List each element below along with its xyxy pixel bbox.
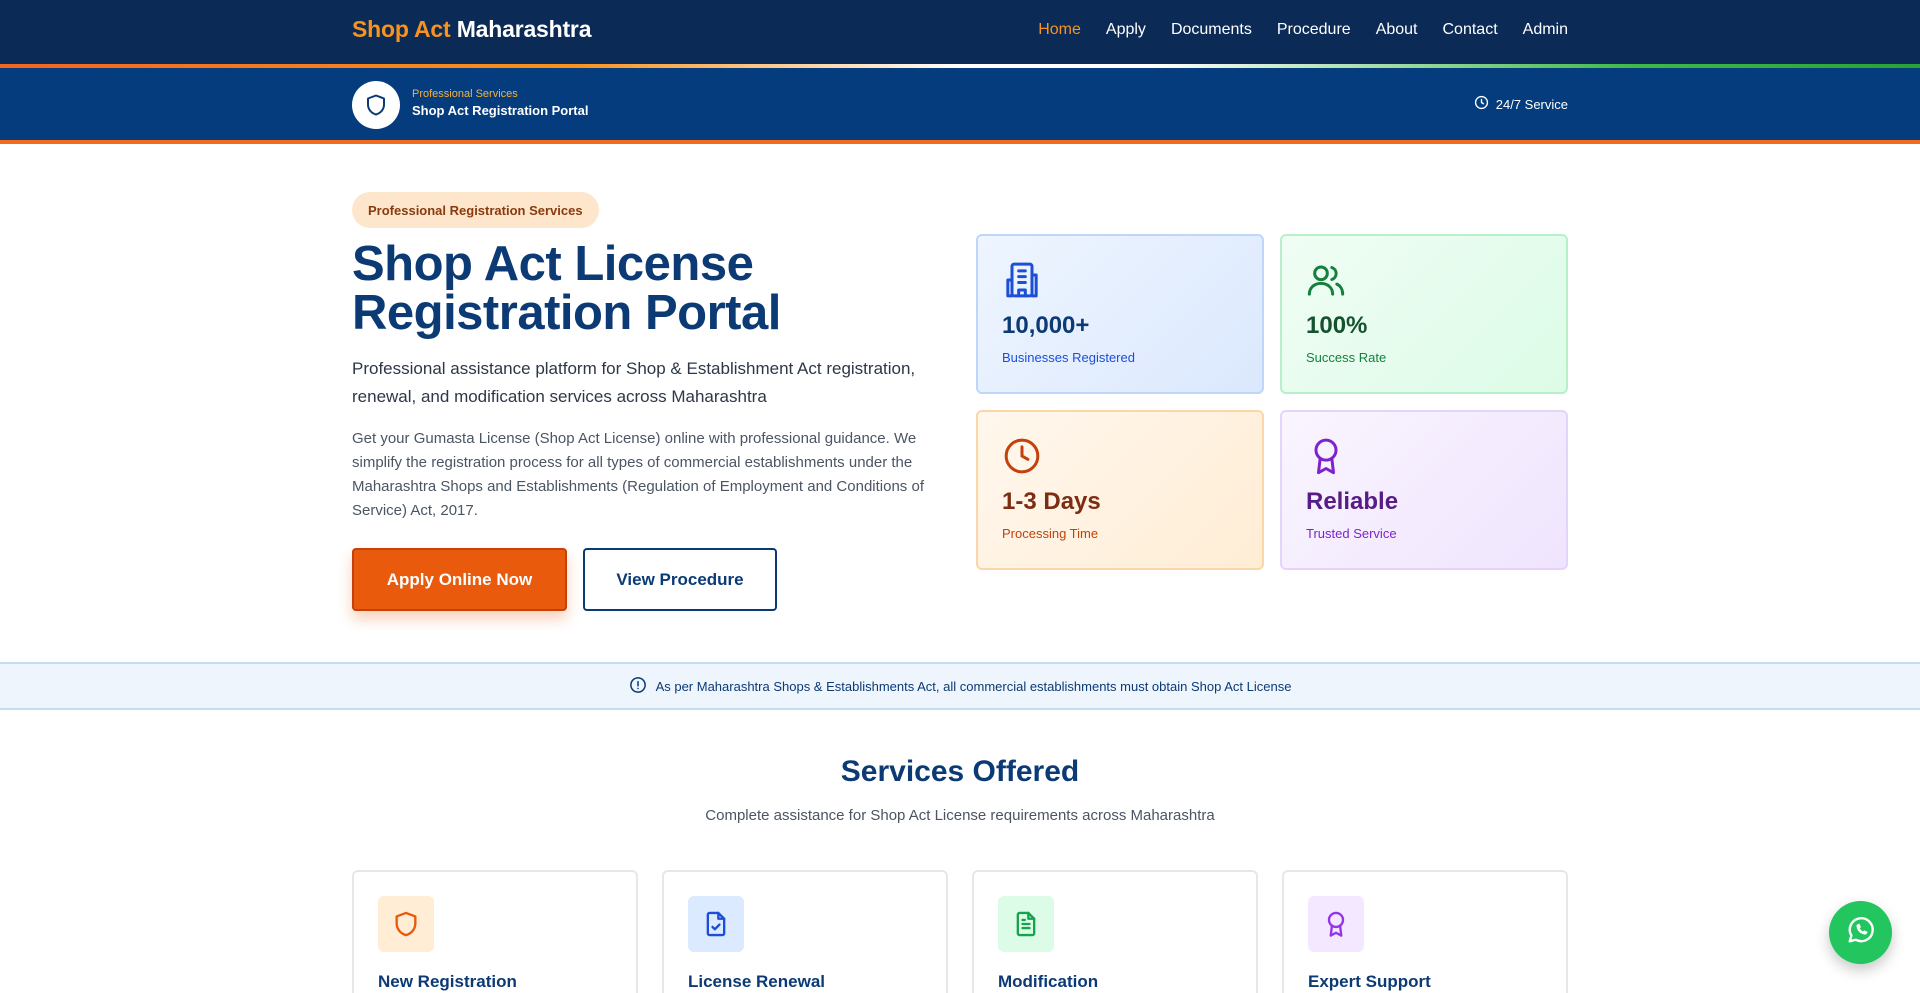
stat-card-processing-time: 1-3 Days Processing Time (976, 410, 1264, 570)
nav-link-about[interactable]: About (1376, 21, 1418, 39)
stat-value: 10,000+ (1002, 312, 1090, 339)
hero-lead: Professional assistance platform for Sho… (352, 359, 916, 406)
nav-link-contact[interactable]: Contact (1443, 21, 1498, 39)
service-hours-label: 24/7 Service (1495, 96, 1568, 112)
whatsapp-button[interactable] (1829, 901, 1892, 964)
brand-logo[interactable]: Shop Act Maharashtra (352, 16, 591, 43)
service-name: License Renewal (688, 972, 826, 991)
nav-link-documents[interactable]: Documents (1171, 21, 1252, 39)
services-title: Services Offered (840, 755, 1080, 788)
view-procedure-button[interactable]: View Procedure (583, 548, 777, 611)
top-navbar: Shop Act Maharashtra Home Apply Document… (0, 0, 1920, 64)
service-name: Modification (998, 972, 1099, 991)
shield-icon (378, 896, 434, 952)
stat-value: 100% (1306, 312, 1368, 339)
stat-card-success-rate: 100% Success Rate (1280, 234, 1568, 394)
service-card-modification[interactable]: Modification (972, 870, 1258, 993)
subheader-title: Shop Act Registration Portal (412, 103, 589, 118)
alert-circle-icon (629, 676, 647, 697)
stat-card-businesses: 10,000+ Businesses Registered (976, 234, 1264, 394)
service-hours: 24/7 Service (1474, 95, 1568, 113)
main-nav: Home Apply Documents Procedure About Con… (1038, 21, 1568, 39)
brand-shop-act: Shop Act (352, 16, 451, 42)
service-card-new-registration[interactable]: New Registration (352, 870, 638, 993)
stat-value: Reliable (1306, 488, 1399, 515)
clock-icon (1474, 95, 1489, 113)
stat-label: Processing Time (1002, 526, 1099, 541)
nav-link-home[interactable]: Home (1038, 21, 1081, 39)
file-text-icon (998, 896, 1054, 952)
notice-bar: As per Maharashtra Shops & Establishment… (0, 662, 1920, 710)
apply-online-button[interactable]: Apply Online Now (352, 548, 567, 611)
hero-pill-badge: Professional Registration Services (352, 192, 599, 228)
stat-label: Success Rate (1306, 350, 1387, 365)
orange-divider (0, 140, 1920, 144)
whatsapp-icon (1845, 914, 1877, 951)
services-subtitle: Complete assistance for Shop Act License… (705, 807, 1215, 824)
stat-label: Businesses Registered (1002, 350, 1135, 365)
stat-label: Trusted Service (1306, 526, 1397, 541)
hero-description: Get your Gumasta License (Shop Act Licen… (352, 430, 924, 519)
users-icon (1306, 260, 1346, 305)
nav-link-apply[interactable]: Apply (1106, 21, 1146, 39)
nav-link-procedure[interactable]: Procedure (1277, 21, 1351, 39)
award-icon (1308, 896, 1364, 952)
subheader-kicker: Professional Services (412, 88, 518, 100)
clock-icon (1002, 436, 1042, 481)
file-check-icon (688, 896, 744, 952)
service-card-expert-support[interactable]: Expert Support (1282, 870, 1568, 993)
nav-link-admin[interactable]: Admin (1523, 21, 1568, 39)
stat-card-reliable: Reliable Trusted Service (1280, 410, 1568, 570)
building-icon (1002, 260, 1042, 305)
award-icon (1306, 436, 1346, 481)
brand-maharashtra: Maharashtra (456, 16, 592, 42)
service-name: New Registration (378, 972, 517, 991)
shield-icon (352, 81, 400, 129)
hero-title: Shop Act License Registration Portal (352, 237, 781, 340)
service-name: Expert Support (1308, 972, 1431, 991)
stat-value: 1-3 Days (1002, 488, 1101, 515)
service-card-license-renewal[interactable]: License Renewal (662, 870, 948, 993)
sub-header: Professional Services Shop Act Registrat… (0, 68, 1920, 140)
notice-text: As per Maharashtra Shops & Establishment… (655, 678, 1292, 694)
